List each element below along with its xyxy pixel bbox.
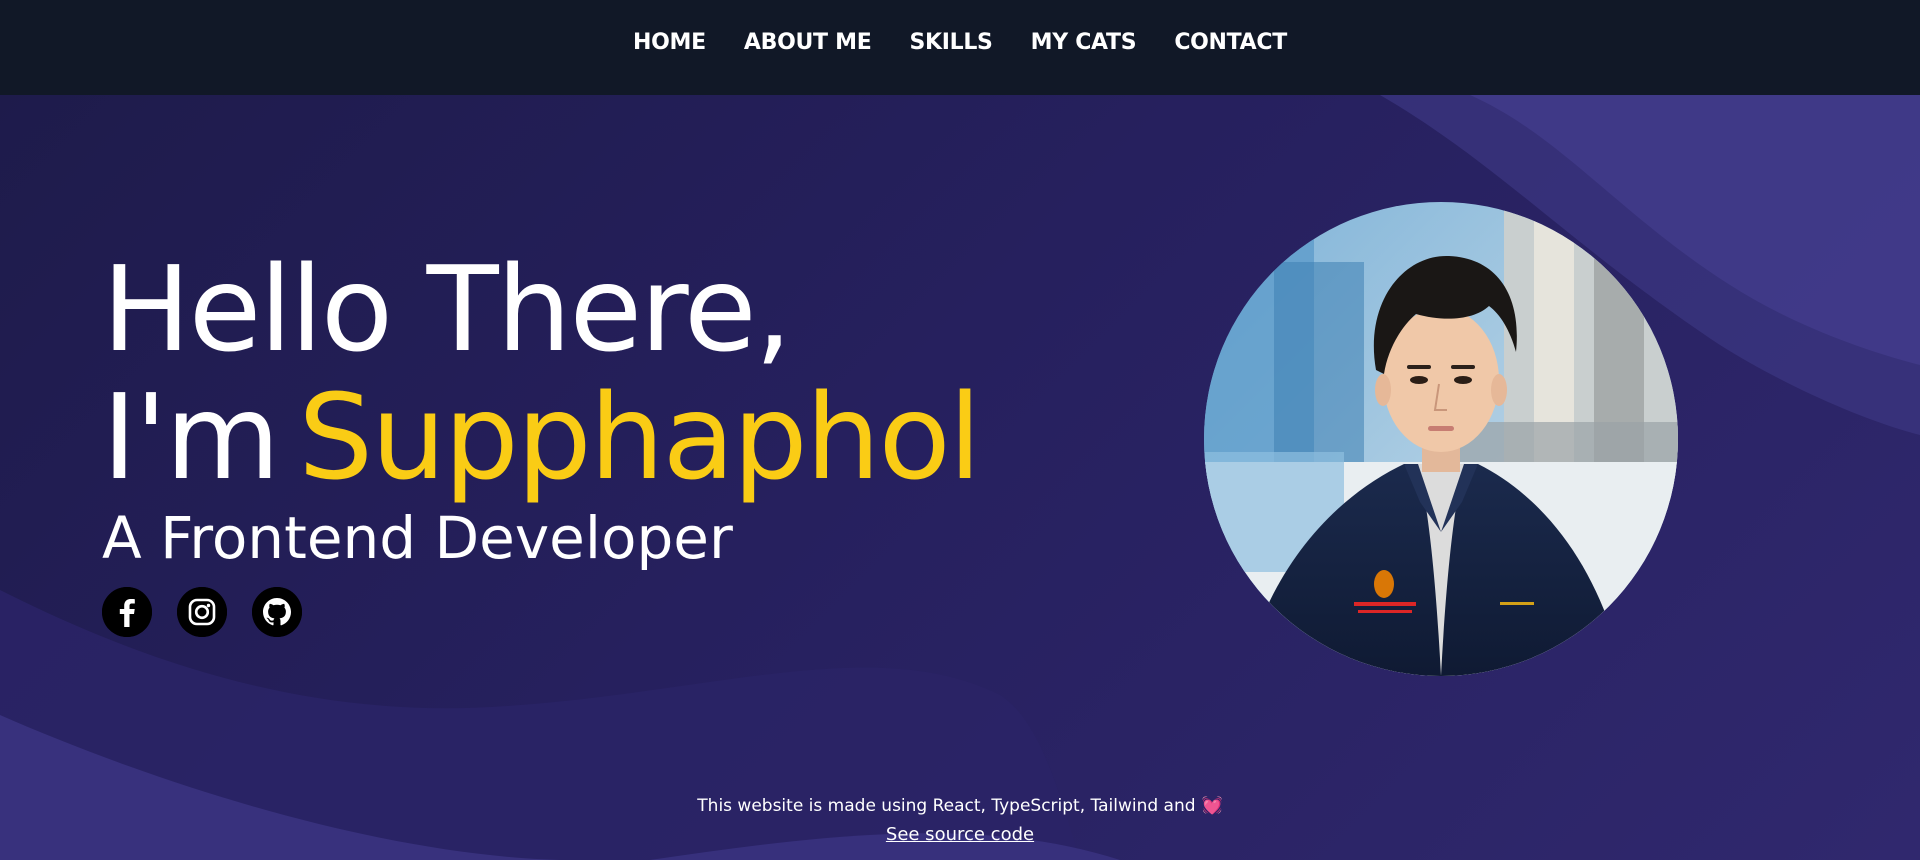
nav-about-me-link[interactable]: ABOUT ME xyxy=(744,30,872,55)
nav-links: HOME ABOUT ME SKILLS MY CATS CONTACT xyxy=(0,30,1920,55)
social-links xyxy=(102,587,979,637)
facebook-link[interactable] xyxy=(102,587,152,637)
nav-home-link[interactable]: HOME xyxy=(633,30,706,55)
greeting-heading: Hello There, xyxy=(102,240,792,378)
made-with-text: This website is made using React, TypeSc… xyxy=(697,796,1196,816)
nav-my-cats-link[interactable]: MY CATS xyxy=(1031,30,1137,55)
see-source-code-link[interactable]: See source code xyxy=(886,824,1034,845)
instagram-link[interactable] xyxy=(177,587,227,637)
heart-icon: 💓 xyxy=(1201,796,1223,816)
name-highlight: Supphaphol xyxy=(298,368,981,506)
instagram-icon xyxy=(177,587,227,637)
facebook-icon xyxy=(102,587,152,637)
hero-section: Hello There, I'm Supphaphol A Frontend De… xyxy=(0,95,1920,860)
nav-skills-link[interactable]: SKILLS xyxy=(909,30,992,55)
page: HOME ABOUT ME SKILLS MY CATS CONTACT Hel… xyxy=(0,0,1920,860)
footer: This website is made using React, TypeSc… xyxy=(0,791,1920,849)
github-icon xyxy=(252,587,302,637)
hero-text: Hello There, I'm Supphaphol A Frontend De… xyxy=(102,240,981,637)
github-link[interactable] xyxy=(252,587,302,637)
intro-line: I'm Supphaphol xyxy=(102,373,981,501)
made-with-text-line: This website is made using React, TypeSc… xyxy=(0,791,1920,821)
navbar: HOME ABOUT ME SKILLS MY CATS CONTACT xyxy=(0,0,1920,95)
nav-contact-link[interactable]: CONTACT xyxy=(1174,30,1287,55)
intro-prefix: I'm xyxy=(102,368,280,506)
profile-photo xyxy=(1204,202,1678,676)
role-subtitle: A Frontend Developer xyxy=(102,504,733,572)
